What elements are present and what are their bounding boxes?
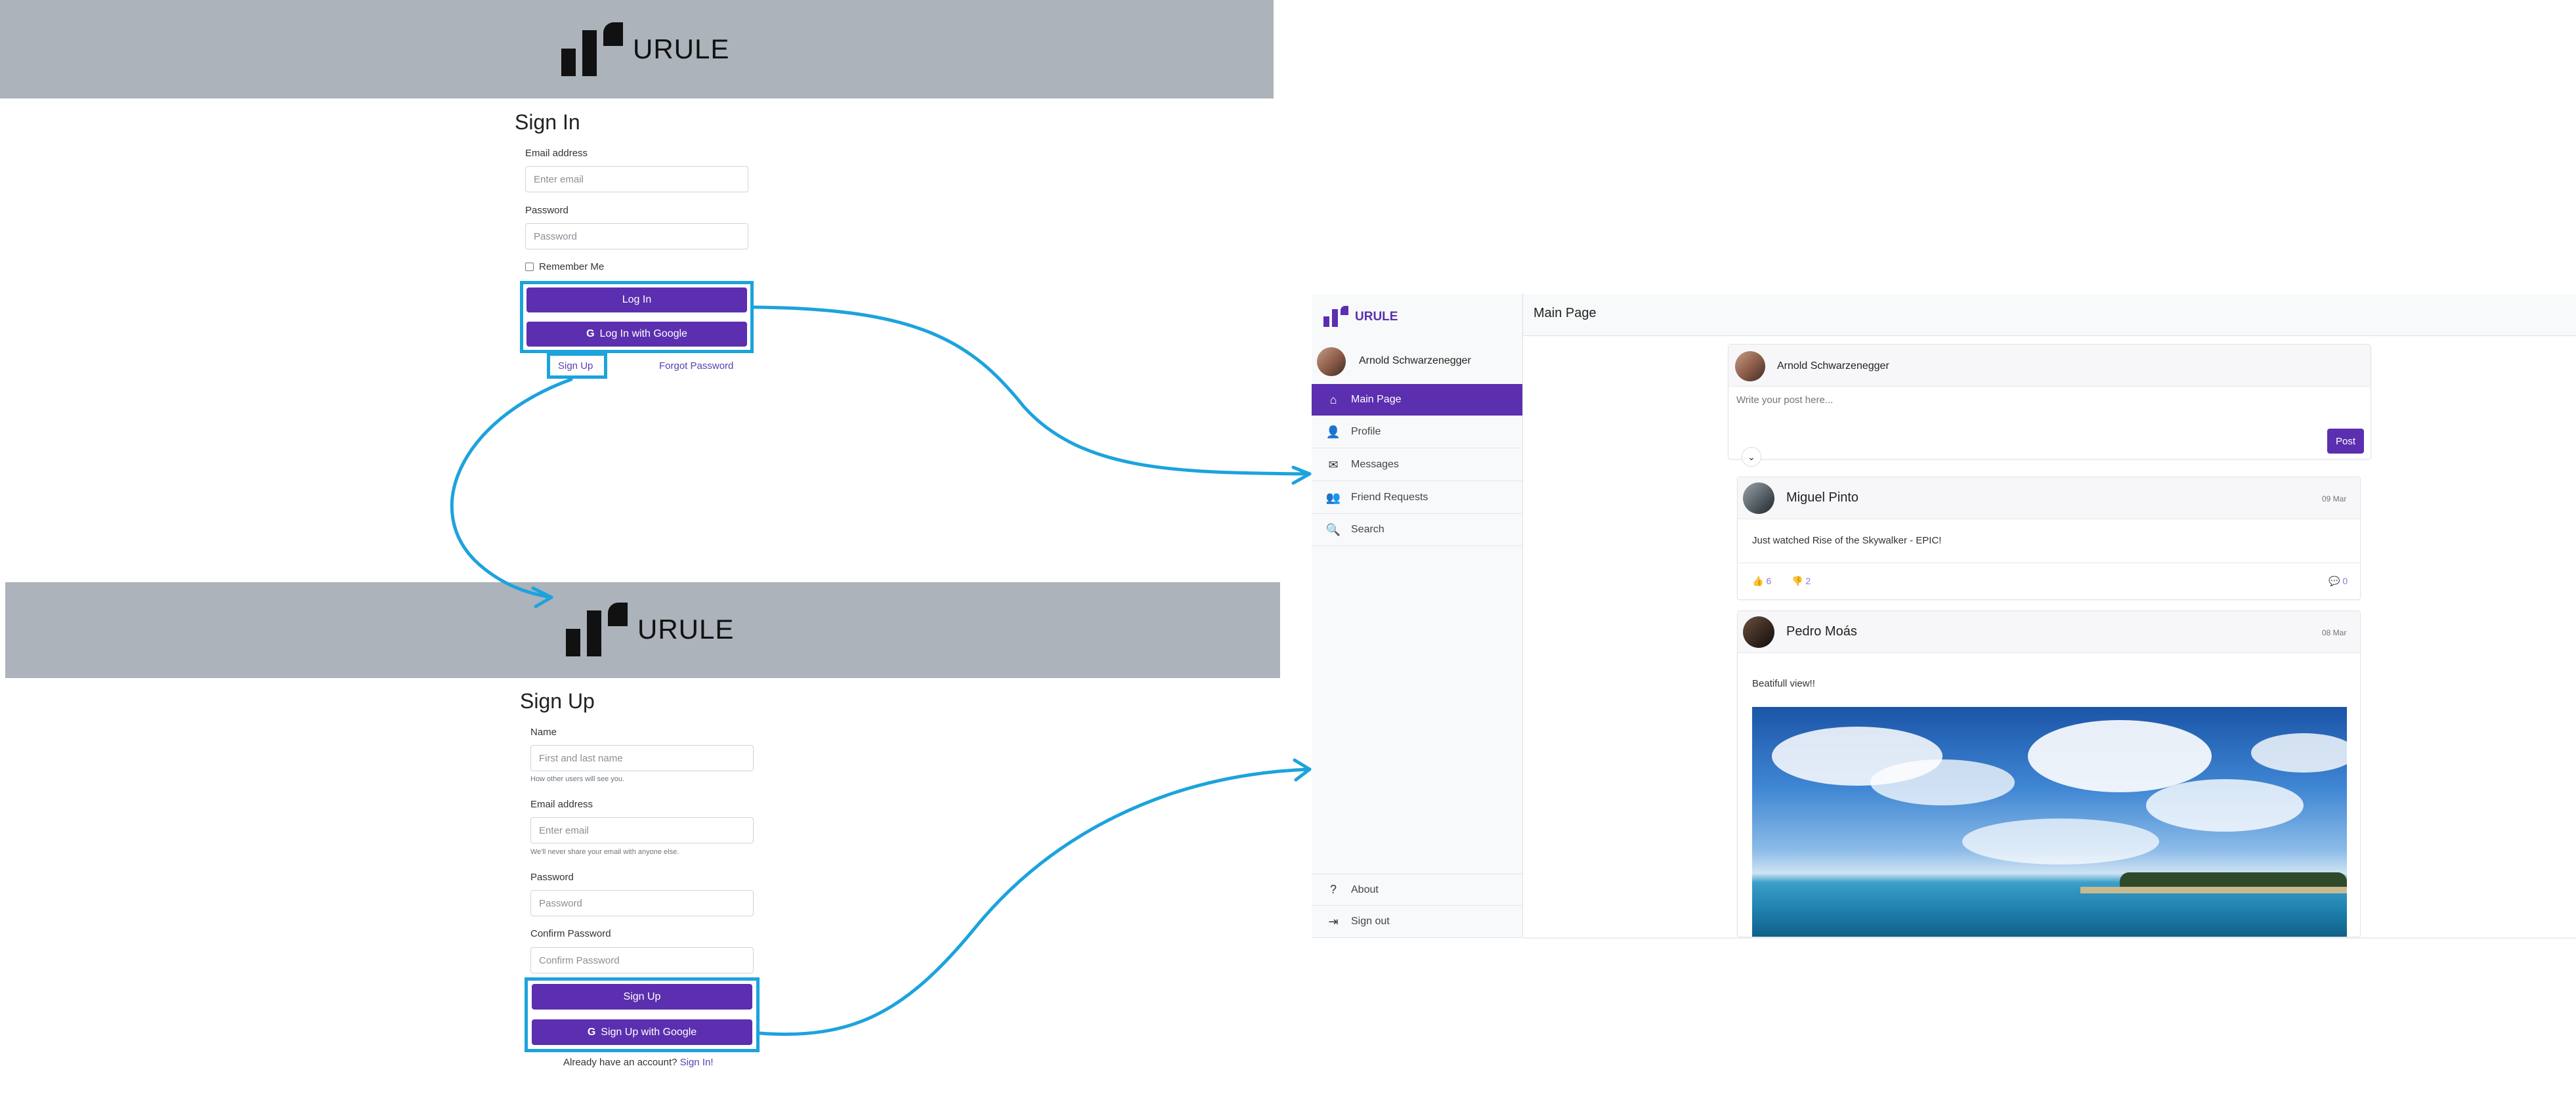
- flow-arrows: [450, 305, 1312, 1036]
- arrow-signin-to-signup: [450, 377, 573, 599]
- arrowhead-signup: [531, 586, 553, 608]
- arrow-signup-to-main: [758, 767, 1312, 1036]
- arrow-login-to-main: [752, 305, 1312, 476]
